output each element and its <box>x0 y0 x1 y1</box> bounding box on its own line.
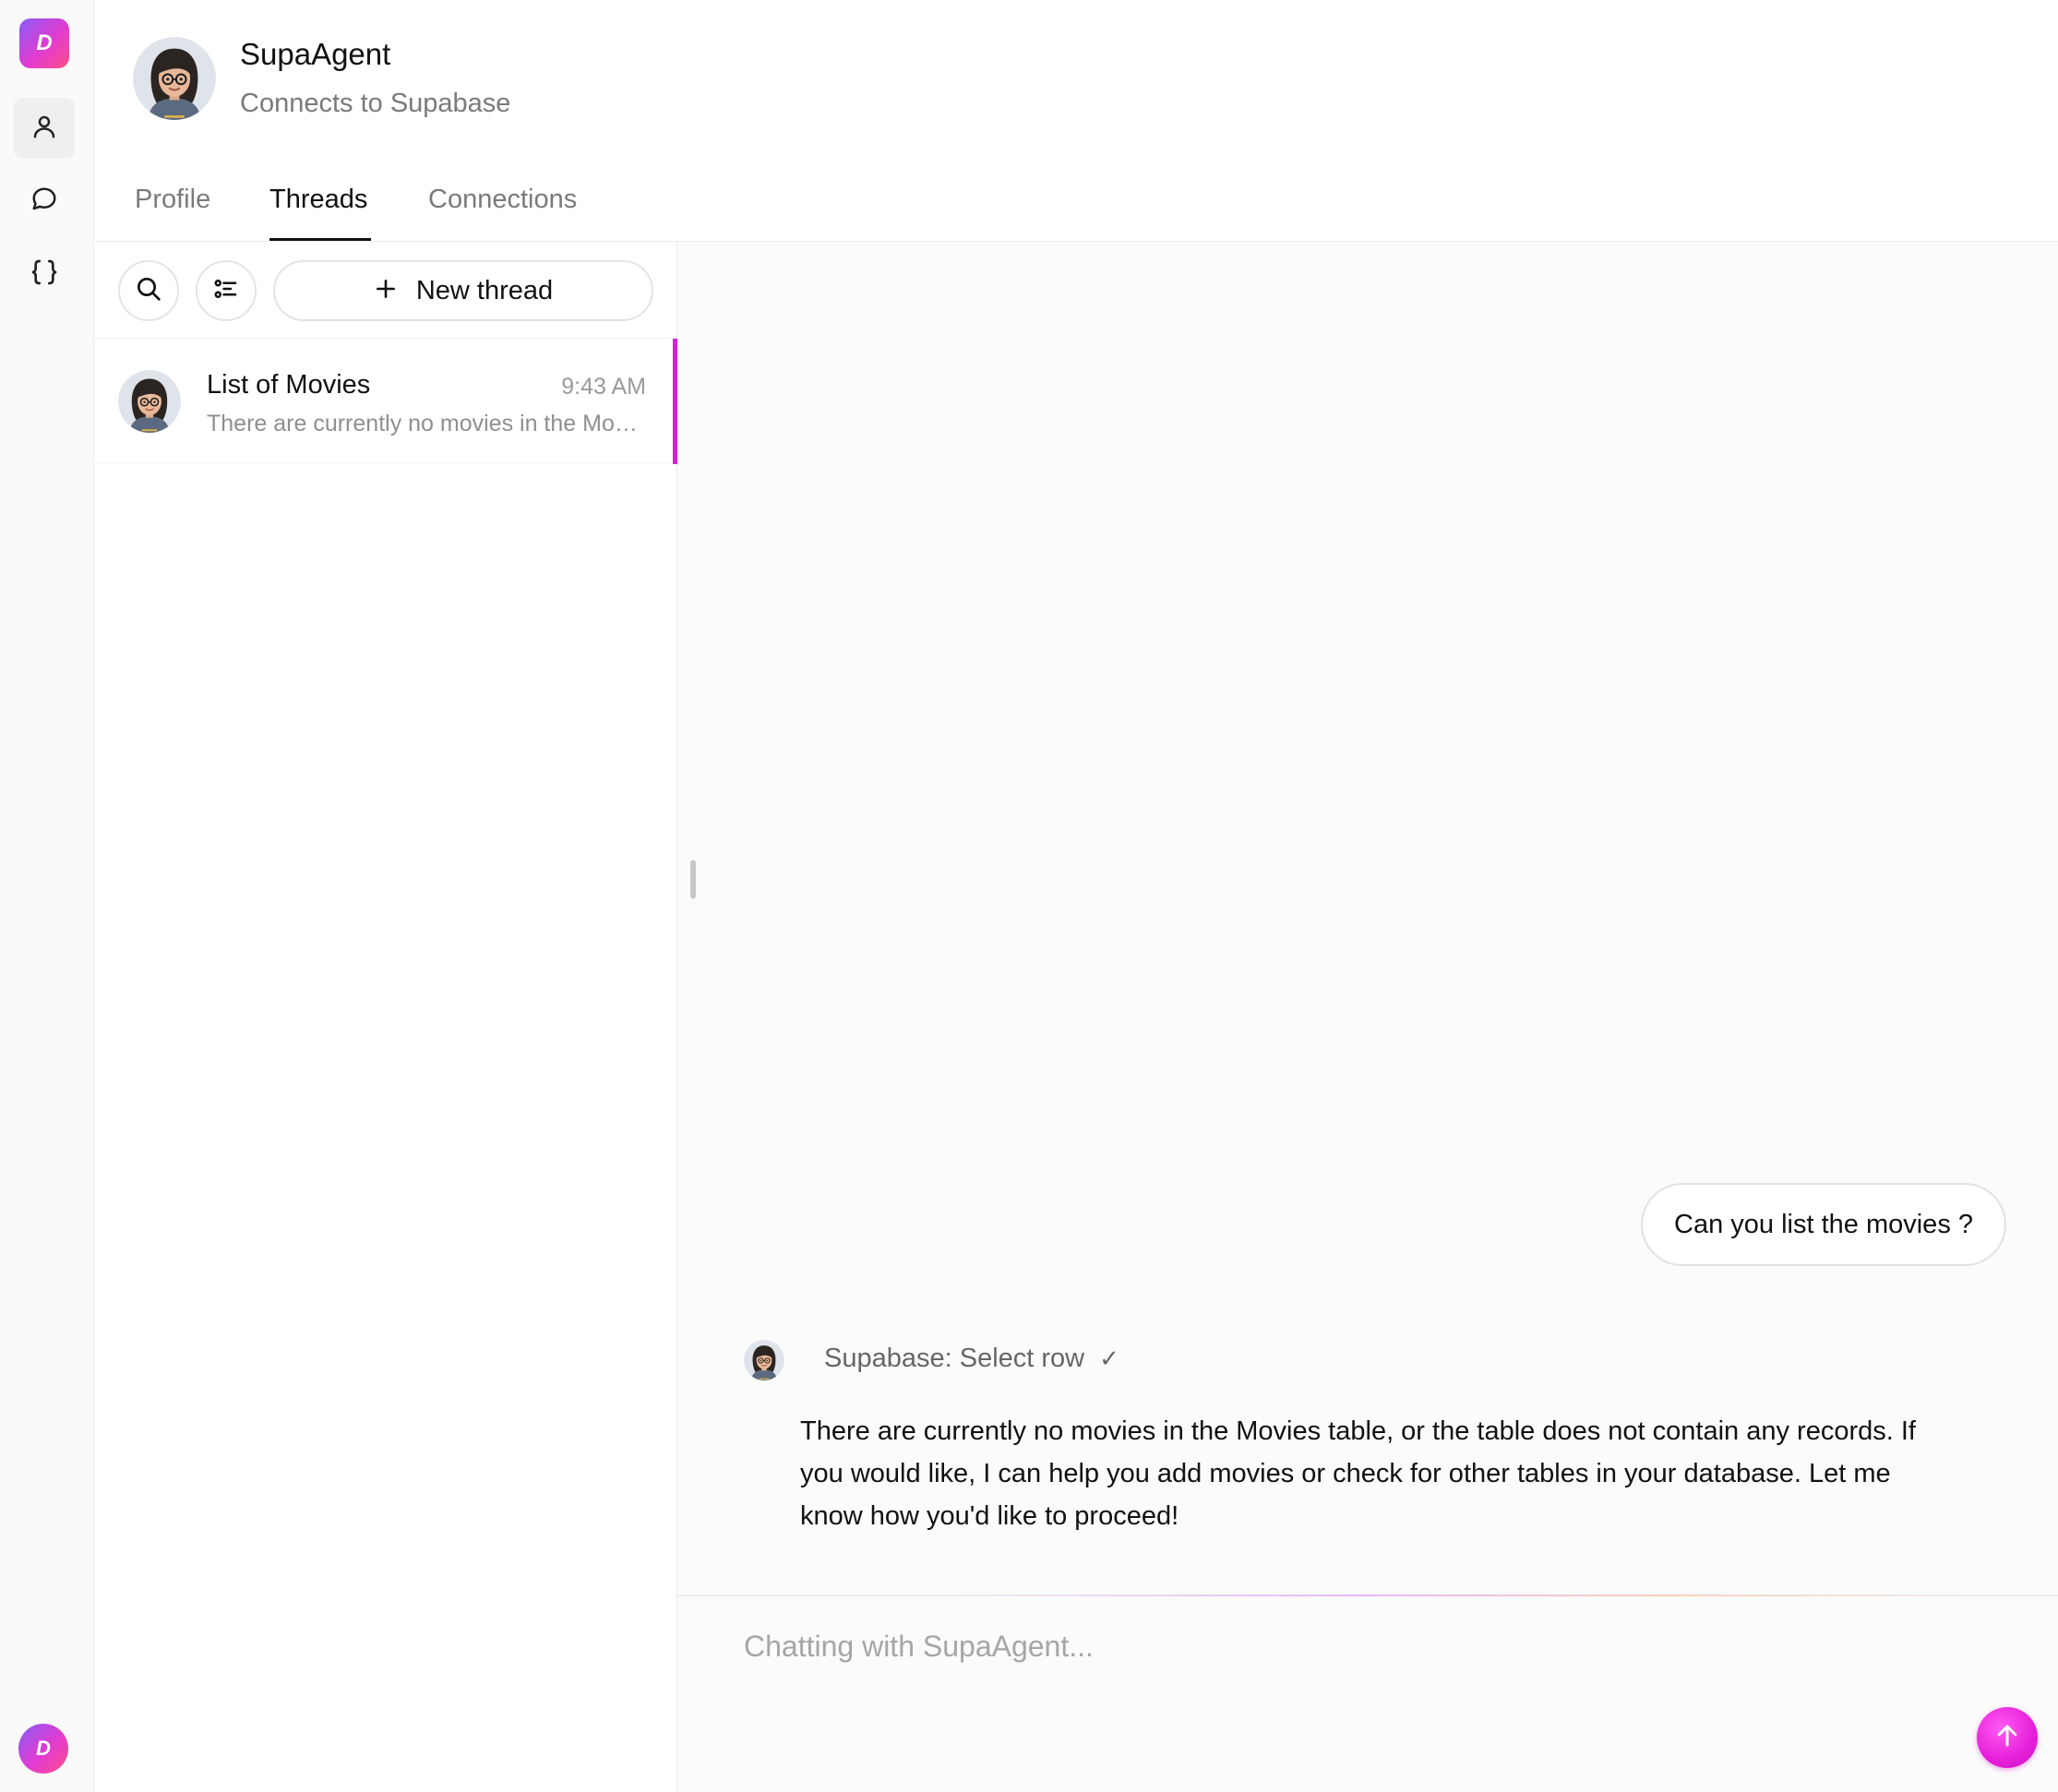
threads-panel: New thread List of Movies 9:43 AM There … <box>94 242 677 1792</box>
tab-threads[interactable]: Threads <box>269 185 367 215</box>
check-icon: ✓ <box>1099 1344 1119 1372</box>
thread-preview: There are currently no movies in the Mov… <box>207 411 648 436</box>
filter-button[interactable] <box>196 260 257 321</box>
user-message-text: Can you list the movies ? <box>1674 1209 1973 1239</box>
person-icon <box>30 113 58 145</box>
user-message-bubble: Can you list the movies ? <box>1641 1183 2006 1266</box>
message-input[interactable] <box>744 1630 1944 1664</box>
user-avatar[interactable]: D <box>18 1724 68 1774</box>
chat-area <box>677 242 2058 1792</box>
message-composer <box>677 1595 2058 1792</box>
rail-agents-button[interactable] <box>14 98 75 159</box>
search-button[interactable] <box>118 260 179 321</box>
assistant-message: There are currently no movies in the Mov… <box>800 1416 1916 1531</box>
agent-header: SupaAgent Connects to Supabase Profile T… <box>94 0 2058 242</box>
user-avatar-initial: D <box>36 1737 51 1760</box>
agent-subtitle: Connects to Supabase <box>240 89 511 118</box>
new-thread-label: New thread <box>415 275 554 305</box>
composer-glow <box>954 1595 1966 1596</box>
plus-icon <box>374 275 398 306</box>
rail-code-button[interactable] <box>14 244 75 305</box>
arrow-up-icon <box>1993 1722 2021 1754</box>
tool-call-text: Supabase: Select row <box>824 1344 1085 1373</box>
agent-avatar-small-icon <box>744 1340 784 1380</box>
chat-bubble-icon <box>30 185 58 218</box>
tab-profile[interactable]: Profile <box>135 185 210 215</box>
new-thread-button[interactable]: New thread <box>273 260 653 321</box>
agent-name: SupaAgent <box>240 37 391 71</box>
active-tab-indicator <box>269 238 371 241</box>
left-rail: D D <box>0 0 94 1792</box>
rail-chats-button[interactable] <box>14 171 75 232</box>
app-logo-letter: D <box>36 30 53 55</box>
app-logo[interactable]: D <box>19 18 69 68</box>
tool-call-label[interactable]: Supabase: Select row ✓ <box>824 1344 1119 1374</box>
panel-resize-handle[interactable] <box>690 860 696 899</box>
list-filter-icon <box>212 275 240 307</box>
search-icon <box>134 274 163 308</box>
code-braces-icon <box>30 257 59 292</box>
thread-list-item[interactable]: List of Movies 9:43 AM There are current… <box>94 338 677 464</box>
thread-avatar-icon <box>118 370 181 433</box>
tab-connections[interactable]: Connections <box>428 185 577 215</box>
agent-avatar-icon <box>133 37 216 120</box>
thread-title: List of Movies <box>207 370 371 400</box>
send-button[interactable] <box>1977 1707 2038 1768</box>
thread-time: 9:43 AM <box>561 374 646 400</box>
